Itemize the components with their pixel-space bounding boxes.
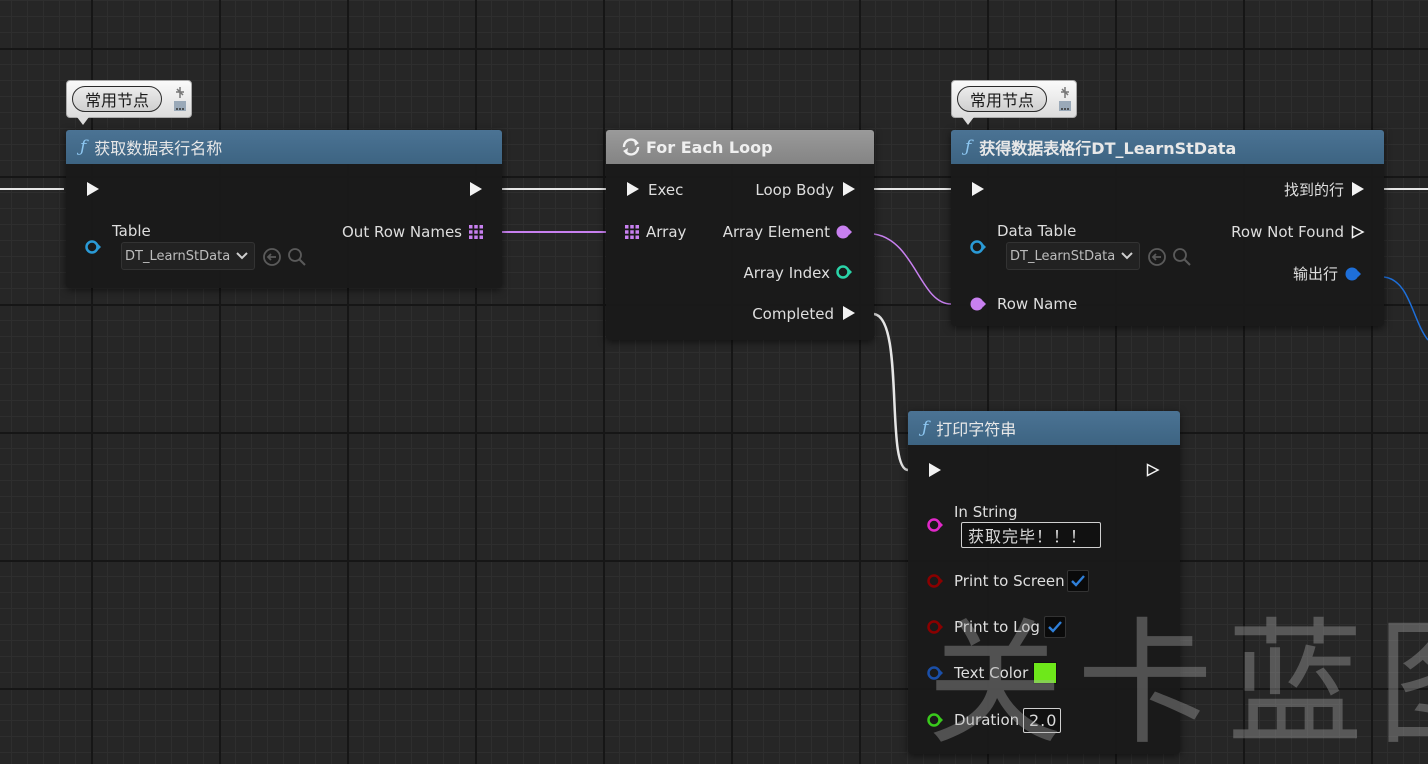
exec-in-pin[interactable] xyxy=(86,182,100,196)
data-table-dropdown[interactable]: DT_LearnStData xyxy=(1006,242,1140,270)
array-index-pin[interactable] xyxy=(836,264,852,280)
loop-body-exec-pin[interactable] xyxy=(842,182,856,196)
found-row-exec-pin[interactable] xyxy=(1351,182,1365,196)
comment-bubble-tail xyxy=(77,117,89,125)
comment-bubble-get-row-names[interactable]: 常用节点 xyxy=(66,80,192,125)
array-index-label: Array Index xyxy=(743,264,830,282)
chevron-down-icon xyxy=(236,252,248,260)
checkmark-icon xyxy=(1071,575,1085,587)
array-grid-icon[interactable] xyxy=(625,225,639,239)
function-icon: ƒ xyxy=(80,137,87,157)
table-dropdown[interactable]: DT_LearnStData xyxy=(121,242,255,270)
row-name-pin[interactable] xyxy=(970,296,986,312)
loop-icon xyxy=(622,138,640,156)
comment-bubble-label: 常用节点 xyxy=(72,86,163,112)
in-string-input[interactable]: 获取完毕！！！ xyxy=(961,522,1101,548)
function-icon: ƒ xyxy=(965,137,972,157)
row-name-label: Row Name xyxy=(997,295,1078,313)
in-string-pin[interactable] xyxy=(927,517,943,533)
data-table-dropdown-value: DT_LearnStData xyxy=(1010,248,1116,264)
function-icon: ƒ xyxy=(922,418,929,438)
node-title: For Each Loop xyxy=(646,137,773,157)
node-get-data-table-row-names[interactable]: ƒ 获取数据表行名称 Table DT_LearnStData Out Row … xyxy=(66,130,502,288)
pin-icon[interactable] xyxy=(1058,85,1072,113)
print-to-screen-label: Print to Screen xyxy=(954,572,1065,590)
found-row-label: 找到的行 xyxy=(1283,181,1344,199)
node-header[interactable]: ƒ 获得数据表格行DT_LearnStData xyxy=(951,130,1384,164)
print-to-screen-checkbox[interactable] xyxy=(1067,570,1089,592)
watermark-text: 关卡蓝图 xyxy=(927,606,1428,764)
out-row-pin[interactable] xyxy=(1345,266,1361,282)
use-selected-asset-icon[interactable] xyxy=(1147,247,1167,267)
completed-exec-pin[interactable] xyxy=(842,306,856,320)
array-label: Array xyxy=(646,223,687,241)
node-get-data-table-row[interactable]: ƒ 获得数据表格行DT_LearnStData Data Table DT_Le… xyxy=(951,130,1384,326)
array-grid-icon[interactable] xyxy=(469,225,483,239)
print-to-screen-pin[interactable] xyxy=(927,573,943,589)
comment-bubble-label: 常用节点 xyxy=(957,86,1048,112)
loop-body-label: Loop Body xyxy=(755,181,834,199)
node-for-each-loop[interactable]: For Each Loop Exec Array Loop Body Array… xyxy=(606,130,874,340)
node-title: 获得数据表格行DT_LearnStData xyxy=(979,139,1237,158)
exec-out-pin[interactable] xyxy=(469,182,483,196)
row-not-found-label: Row Not Found xyxy=(1231,223,1344,241)
data-table-pin[interactable] xyxy=(970,239,986,255)
exec-in-pin[interactable] xyxy=(971,182,985,196)
comment-bubble-tail xyxy=(962,117,974,125)
table-dropdown-value: DT_LearnStData xyxy=(125,248,231,264)
browse-search-icon[interactable] xyxy=(287,247,307,267)
node-header[interactable]: For Each Loop xyxy=(606,130,874,164)
exec-out-pin[interactable] xyxy=(1146,463,1160,477)
exec-in-pin[interactable] xyxy=(928,463,942,477)
array-element-pin[interactable] xyxy=(836,224,852,240)
out-row-names-label: Out Row Names xyxy=(342,223,462,241)
node-header[interactable]: ƒ 打印字符串 xyxy=(908,411,1180,445)
node-title: 打印字符串 xyxy=(936,420,1017,439)
browse-search-icon[interactable] xyxy=(1172,247,1192,267)
data-table-label: Data Table xyxy=(997,222,1077,240)
use-selected-asset-icon[interactable] xyxy=(262,247,282,267)
node-title: 获取数据表行名称 xyxy=(94,139,223,158)
table-pin[interactable] xyxy=(85,239,101,255)
comment-bubble-get-row[interactable]: 常用节点 xyxy=(951,80,1077,125)
in-string-label: In String xyxy=(954,503,1018,521)
exec-in-pin[interactable] xyxy=(626,182,640,196)
table-label: Table xyxy=(112,222,151,240)
pin-icon[interactable] xyxy=(173,85,187,113)
completed-label: Completed xyxy=(752,305,834,323)
out-row-label: 输出行 xyxy=(1292,265,1338,283)
exec-label: Exec xyxy=(648,181,684,199)
row-not-found-exec-pin[interactable] xyxy=(1351,225,1365,239)
array-element-label: Array Element xyxy=(722,223,830,241)
chevron-down-icon xyxy=(1121,252,1133,260)
node-header[interactable]: ƒ 获取数据表行名称 xyxy=(66,130,502,164)
